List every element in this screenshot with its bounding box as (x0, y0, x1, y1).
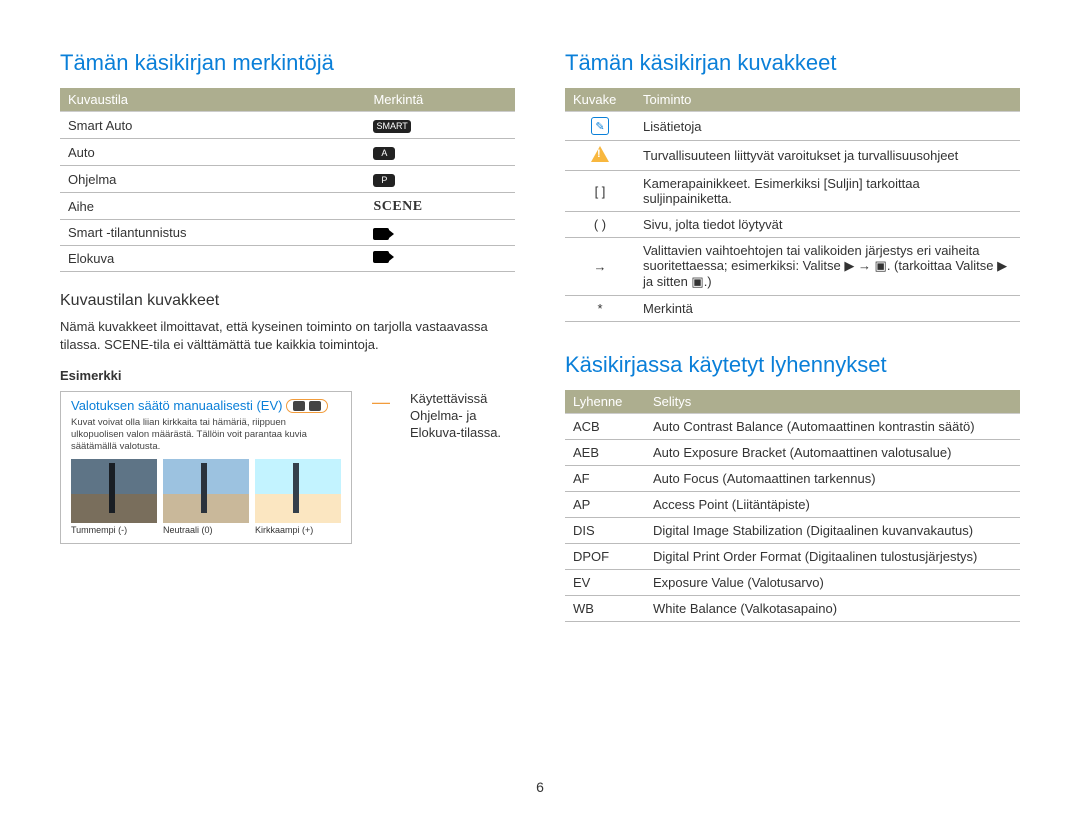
section-title-icons: Tämän käsikirjan kuvakkeet (565, 50, 1020, 76)
table-row: → Valittavien vaihtoehtojen tai valikoid… (565, 238, 1020, 296)
abbrev-table: Lyhenne Selitys ACBAuto Contrast Balance… (565, 390, 1020, 622)
brackets-icon: [ ] (565, 171, 635, 212)
abbrev: AF (565, 466, 645, 492)
table-row: Ohjelma P (60, 166, 515, 193)
example-thumbnails: Tummempi (-) Neutraali (0) Kirkkaampi (+… (71, 459, 341, 535)
icon-desc: Sivu, jolta tiedot löytyvät (635, 212, 1020, 238)
mode-label: Aihe (60, 193, 365, 220)
abbrev: DIS (565, 518, 645, 544)
abbrev-desc: Auto Focus (Automaattinen tarkennus) (645, 466, 1020, 492)
mode-label: Smart -tilantunnistus (60, 220, 365, 246)
table-row: Lisätietoja (565, 112, 1020, 141)
abbrev-desc: Exposure Value (Valotusarvo) (645, 570, 1020, 596)
table-row: EVExposure Value (Valotusarvo) (565, 570, 1020, 596)
program-mode-icon (293, 401, 305, 411)
table-row: Elokuva (60, 246, 515, 272)
video-smart-icon (373, 228, 389, 240)
abbrev: AP (565, 492, 645, 518)
info-icon (591, 117, 609, 135)
abbrev-desc: Auto Contrast Balance (Automaattinen kon… (645, 414, 1020, 440)
icons-table-header-icon: Kuvake (565, 88, 635, 112)
table-row: DISDigital Image Stabilization (Digitaal… (565, 518, 1020, 544)
page-number: 6 (536, 779, 544, 795)
table-row: Aihe SCENE (60, 193, 515, 220)
mode-badge (286, 399, 328, 413)
mode-label: Auto (60, 139, 365, 166)
abbrev-desc: White Balance (Valkotasapaino) (645, 596, 1020, 622)
abbrev-desc: Access Point (Liitäntäpiste) (645, 492, 1020, 518)
mode-table: Kuvaustila Merkintä Smart Auto SMART Aut… (60, 88, 515, 272)
table-row: DPOFDigital Print Order Format (Digitaal… (565, 544, 1020, 570)
abbrev: EV (565, 570, 645, 596)
list-item: Kirkkaampi (+) (255, 459, 341, 535)
example-wrapper: Valotuksen säätö manuaalisesti (EV) Kuva… (60, 391, 515, 544)
table-row: WBWhite Balance (Valkotasapaino) (565, 596, 1020, 622)
abbrev-table-header-abbr: Lyhenne (565, 390, 645, 414)
right-column: Tämän käsikirjan kuvakkeet Kuvake Toimin… (565, 50, 1020, 622)
list-item: Tummempi (-) (71, 459, 157, 535)
abbrev: AEB (565, 440, 645, 466)
thumb-neutral (163, 459, 249, 523)
table-row: ACBAuto Contrast Balance (Automaattinen … (565, 414, 1020, 440)
callout-text: Käytettävissä Ohjelma- ja Elokuva-tilass… (410, 391, 515, 442)
abbrev-desc: Digital Print Order Format (Digitaalinen… (645, 544, 1020, 570)
movie-mode-icon (309, 401, 321, 411)
abbrev-table-header-desc: Selitys (645, 390, 1020, 414)
abbrev: WB (565, 596, 645, 622)
camera-smart-icon: SMART (373, 120, 410, 133)
icon-desc: Lisätietoja (635, 112, 1020, 141)
table-row: AFAuto Focus (Automaattinen tarkennus) (565, 466, 1020, 492)
thumb-darker (71, 459, 157, 523)
abbrev-desc: Auto Exposure Bracket (Automaattinen val… (645, 440, 1020, 466)
table-row: * Merkintä (565, 296, 1020, 322)
asterisk-icon: * (565, 296, 635, 322)
icon-desc: Kamerapainikkeet. Esimerkiksi [Suljin] t… (635, 171, 1020, 212)
table-row: Turvallisuuteen liittyvät varoitukset ja… (565, 141, 1020, 171)
list-item: Neutraali (0) (163, 459, 249, 535)
subsection-title-mode-icons: Kuvaustilan kuvakkeet (60, 292, 515, 310)
thumb-brighter (255, 459, 341, 523)
example-description: Kuvat voivat olla liian kirkkaita tai hä… (71, 417, 341, 453)
table-row: APAccess Point (Liitäntäpiste) (565, 492, 1020, 518)
icons-table: Kuvake Toiminto Lisätietoja Turvallisuut… (565, 88, 1020, 322)
warning-icon (591, 146, 609, 162)
example-box: Valotuksen säätö manuaalisesti (EV) Kuva… (60, 391, 352, 544)
arrow-icon: → (565, 238, 635, 296)
example-title: Valotuksen säätö manuaalisesti (EV) (71, 398, 282, 413)
abbrev: ACB (565, 414, 645, 440)
camera-program-icon: P (373, 174, 395, 187)
mode-label: Ohjelma (60, 166, 365, 193)
left-column: Tämän käsikirjan merkintöjä Kuvaustila M… (60, 50, 515, 622)
thumb-label: Neutraali (0) (163, 525, 213, 535)
body-text-mode-icons: Nämä kuvakkeet ilmoittavat, että kyseine… (60, 318, 515, 354)
table-row: AEBAuto Exposure Bracket (Automaattinen … (565, 440, 1020, 466)
table-row: Smart -tilantunnistus (60, 220, 515, 246)
parens-icon: ( ) (565, 212, 635, 238)
icon-desc: Turvallisuuteen liittyvät varoitukset ja… (635, 141, 1020, 171)
table-row: [ ] Kamerapainikkeet. Esimerkiksi [Sulji… (565, 171, 1020, 212)
scene-icon: SCENE (373, 200, 422, 214)
icon-desc: Valittavien vaihtoehtojen tai valikoiden… (635, 238, 1020, 296)
section-title-notations: Tämän käsikirjan merkintöjä (60, 50, 515, 76)
table-row: Smart Auto SMART (60, 112, 515, 139)
camera-auto-icon: A (373, 147, 395, 160)
icon-desc: Merkintä (635, 296, 1020, 322)
section-title-abbrev: Käsikirjassa käytetyt lyhennykset (565, 352, 1020, 378)
abbrev-desc: Digital Image Stabilization (Digitaaline… (645, 518, 1020, 544)
thumb-label: Tummempi (-) (71, 525, 127, 535)
example-label: Esimerkki (60, 368, 515, 383)
thumb-label: Kirkkaampi (+) (255, 525, 313, 535)
mode-label: Elokuva (60, 246, 365, 272)
video-icon (373, 251, 389, 263)
icons-table-header-func: Toiminto (635, 88, 1020, 112)
callout-leader-line: — (372, 391, 390, 411)
table-row: Auto A (60, 139, 515, 166)
mode-table-header-mode: Kuvaustila (60, 88, 365, 112)
mode-label: Smart Auto (60, 112, 365, 139)
abbrev: DPOF (565, 544, 645, 570)
table-row: ( ) Sivu, jolta tiedot löytyvät (565, 212, 1020, 238)
mode-table-header-mark: Merkintä (365, 88, 515, 112)
